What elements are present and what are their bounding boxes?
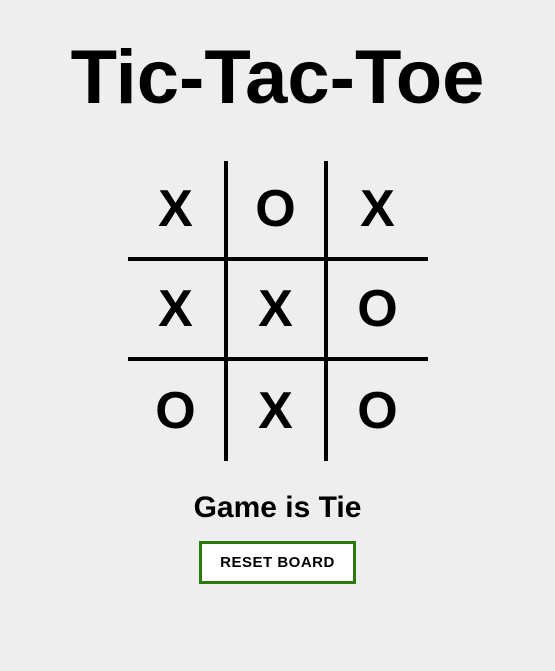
board-cell-4[interactable]: X [228, 261, 328, 361]
board-cell-2[interactable]: X [328, 161, 428, 261]
reset-button[interactable]: RESET BOARD [199, 541, 356, 584]
board-cell-7[interactable]: X [228, 361, 328, 461]
board-cell-8[interactable]: O [328, 361, 428, 461]
board-cell-6[interactable]: O [128, 361, 228, 461]
board-cell-0[interactable]: X [128, 161, 228, 261]
game-status: Game is Tie [194, 491, 362, 525]
game-container: Tic-Tac-Toe X O X X X O O X O Game is Ti… [0, 0, 555, 584]
board-cell-1[interactable]: O [228, 161, 328, 261]
board-cell-5[interactable]: O [328, 261, 428, 361]
page-title: Tic-Tac-Toe [71, 34, 485, 121]
board-cell-3[interactable]: X [128, 261, 228, 361]
game-board: X O X X X O O X O [128, 161, 428, 461]
